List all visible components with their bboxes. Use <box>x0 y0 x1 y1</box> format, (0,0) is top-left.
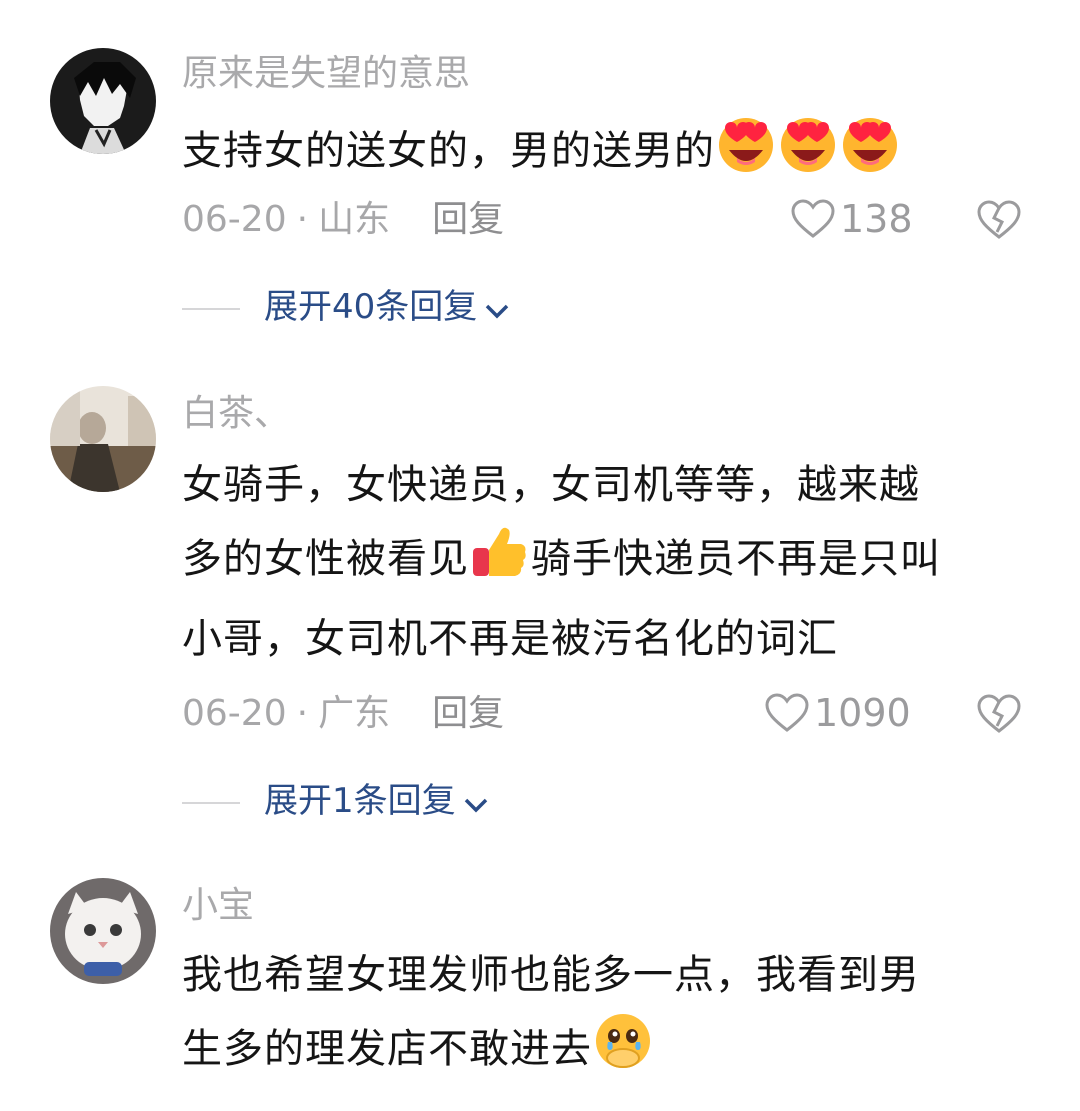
comment-text-line: 小哥，女司机不再是被污名化的词汇 <box>182 616 838 662</box>
comment-location: 广东 <box>318 693 391 734</box>
reply-button[interactable]: 回复 <box>432 693 504 734</box>
dislike-button[interactable] <box>975 692 1023 738</box>
like-count: 1090 <box>814 691 911 735</box>
avatar[interactable] <box>50 48 156 154</box>
comment-text-segment: 生多的理发店不敢进去 <box>182 1026 592 1072</box>
heart-outline-icon <box>791 199 835 238</box>
heart-eyes-emoji <box>839 112 901 196</box>
avatar[interactable] <box>50 878 156 984</box>
reply-button[interactable]: 回复 <box>432 199 504 240</box>
broken-heart-icon <box>977 694 1021 733</box>
heart-eyes-emoji <box>715 112 777 196</box>
chevron-down-icon <box>464 798 487 813</box>
comment-meta: 06-20 · 山东 回复 <box>182 200 504 240</box>
avatar[interactable] <box>50 386 156 492</box>
heart-outline-icon <box>765 693 809 732</box>
comment-text-content: 支持女的送女的，男的送男的 <box>182 128 715 174</box>
comment-text-line: 多的女性被看见 骑手快递员不再是只叫 <box>182 520 1022 604</box>
comment-text-segment: 多的女性被看见 <box>182 536 469 582</box>
comment-text-line: 我也希望女理发师也能多一点，我看到男 <box>182 952 920 998</box>
expand-label: 展开40条回复 <box>264 287 478 327</box>
username[interactable]: 小宝 <box>182 886 254 926</box>
separator-dot: · <box>296 199 309 240</box>
like-count: 138 <box>840 197 913 241</box>
comment-text-line: 生多的理发店不敢进去 <box>182 1010 1022 1094</box>
dislike-button[interactable] <box>975 198 1023 244</box>
like-button[interactable]: 1090 <box>764 692 911 734</box>
separator-dot: · <box>296 693 309 734</box>
heart-eyes-emoji <box>777 112 839 196</box>
comment-text: 支持女的送女的，男的送男的 <box>182 112 1022 196</box>
comment-date: 06-20 <box>182 199 287 240</box>
comment-location: 山东 <box>318 199 391 240</box>
chevron-down-icon <box>486 304 509 319</box>
thumbs-up-emoji <box>469 520 531 604</box>
like-button[interactable]: 138 <box>790 198 913 240</box>
expand-replies-button[interactable]: 展开40条回复 <box>182 287 511 327</box>
username[interactable]: 原来是失望的意思 <box>182 54 470 94</box>
divider <box>182 307 240 310</box>
holding-back-tears-emoji <box>592 1010 654 1094</box>
comment-text-segment: 骑手快递员不再是只叫 <box>531 536 941 582</box>
comment-text: 女骑手，女快递员，女司机等等，越来越 多的女性被看见 骑手快递员不再是只叫 小哥，… <box>182 450 1022 674</box>
expand-replies-button[interactable]: 展开1条回复 <box>182 781 490 821</box>
comment-meta: 06-20 · 广东 回复 <box>182 694 504 734</box>
comment-text: 我也希望女理发师也能多一点，我看到男 生多的理发店不敢进去 <box>182 940 1022 1094</box>
expand-label: 展开1条回复 <box>264 781 456 821</box>
username[interactable]: 白茶、 <box>182 394 290 434</box>
divider <box>182 801 240 804</box>
comment-date: 06-20 <box>182 693 287 734</box>
comment-text-line: 女骑手，女快递员，女司机等等，越来越 <box>182 462 920 508</box>
broken-heart-icon <box>977 200 1021 239</box>
